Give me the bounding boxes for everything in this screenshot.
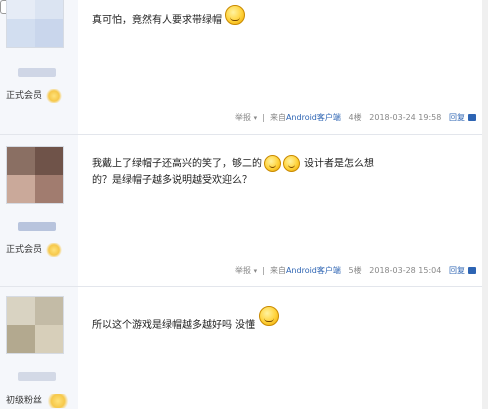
reply-icon (468, 267, 476, 274)
sweat-emoji-icon (264, 155, 281, 172)
member-badge: 初级粉丝 (6, 393, 72, 408)
post-meta: 举报 ▾ | 来自Android客户端 4楼 2018-03-24 19:58 … (235, 112, 476, 123)
smiley-emoji-icon (225, 5, 245, 25)
username[interactable] (18, 222, 56, 231)
username[interactable] (18, 68, 56, 77)
post-divider (0, 286, 488, 287)
report-link[interactable]: 举报 ▾ (235, 113, 257, 122)
smiley-emoji-icon (259, 306, 280, 326)
avatar[interactable] (6, 296, 64, 354)
chevron-down-icon[interactable]: ▾ (254, 267, 258, 275)
report-link[interactable]: 举报 ▾ (235, 266, 257, 275)
reply-icon (468, 114, 476, 121)
avatar[interactable] (6, 0, 64, 48)
gold-badge-icon (45, 88, 64, 103)
post-divider (0, 134, 488, 135)
reply-button[interactable]: 回复 (449, 113, 476, 122)
sweat-emoji-icon (283, 155, 300, 172)
post-content: 真可怕，竟然有人要求带绿帽 (92, 5, 392, 29)
post-content: 我戴上了绿帽子还高兴的笑了，够二的 设计者是怎么想的？是绿帽子越多说明越受欢迎么？ (92, 155, 392, 189)
member-badge: 正式会员 (6, 88, 64, 103)
gold-badge-icon (45, 393, 72, 408)
reply-button[interactable]: 回复 (449, 266, 476, 275)
chevron-down-icon[interactable]: ▾ (254, 114, 258, 122)
avatar[interactable] (6, 146, 64, 204)
post-content: 所以这个游戏是绿帽越多越好吗 没懂 (92, 306, 392, 334)
member-badge: 正式会员 (6, 242, 64, 257)
client-link[interactable]: Android客户端 (286, 113, 341, 122)
gold-badge-icon (45, 242, 64, 257)
client-link[interactable]: Android客户端 (286, 266, 341, 275)
scrollbar[interactable] (482, 0, 488, 409)
post-meta: 举报 ▾ | 来自Android客户端 5楼 2018-03-28 15:04 … (235, 265, 476, 276)
username[interactable] (18, 372, 56, 381)
